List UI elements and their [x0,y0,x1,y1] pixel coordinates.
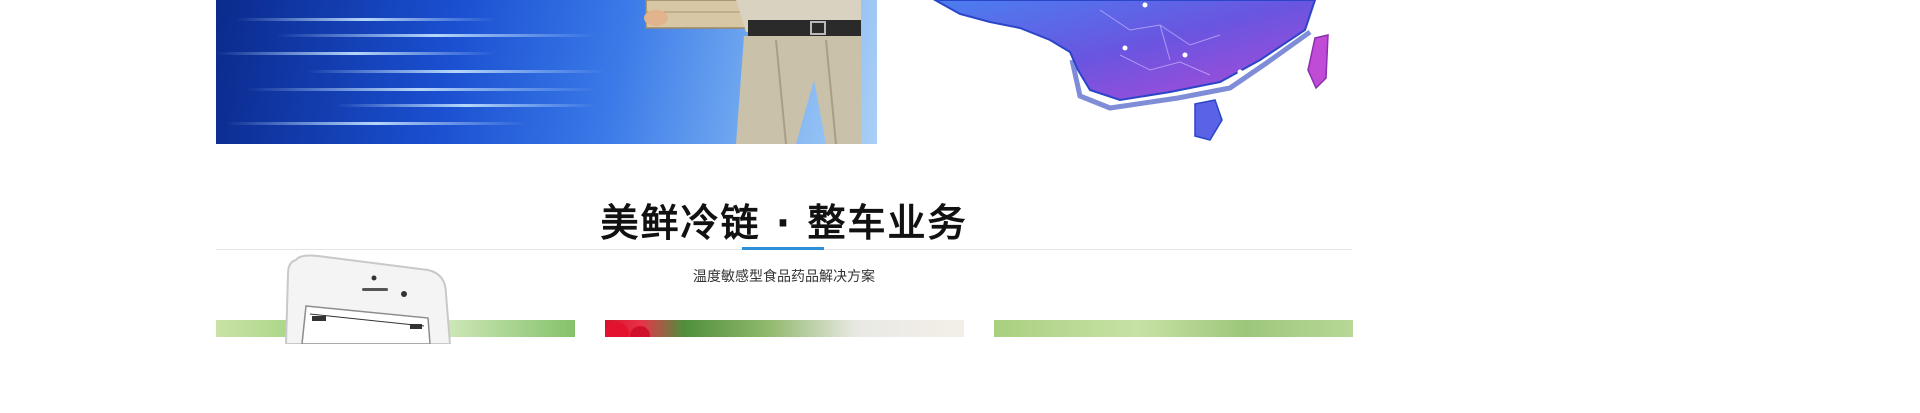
section-subtitle: 温度敏感型食品药品解决方案 [693,269,875,285]
courier-figure [644,0,861,144]
smartphone-image [284,254,452,344]
hero-image-courier [216,0,877,144]
title-divider-accent [742,247,824,250]
service-card-3-image[interactable] [994,320,1353,337]
service-card-2-image[interactable] [605,320,964,337]
china-map-graphic [932,0,1329,141]
section-title: 美鲜冷链 · 整车业务 [600,201,968,245]
